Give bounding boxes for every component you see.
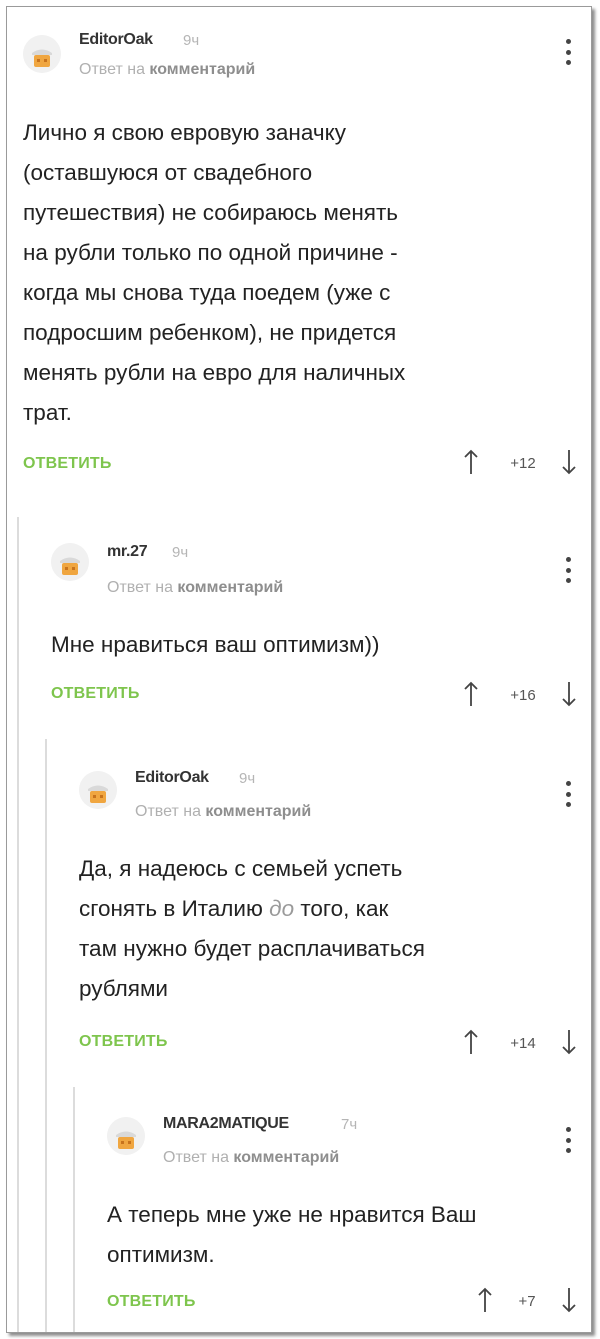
rating: +16 bbox=[510, 687, 536, 704]
text-line: Да, я надеюсь с семьей успеть bbox=[79, 856, 403, 881]
text-line: на рубли только по одной причине - bbox=[23, 240, 398, 265]
reply-button[interactable]: ОТВЕТИТЬ bbox=[79, 1033, 168, 1051]
reply-to-line: Ответ на комментарий bbox=[79, 61, 255, 79]
reply-button[interactable]: ОТВЕТИТЬ bbox=[23, 455, 112, 473]
timestamp: 7ч bbox=[341, 1116, 358, 1133]
text-line: путешествия) не собираюсь менять bbox=[23, 200, 398, 225]
comment-text: Мне нравиться ваш оптимизм)) bbox=[51, 625, 380, 665]
reply-to-comment-link[interactable]: комментарий bbox=[205, 803, 311, 820]
thread-line[interactable] bbox=[73, 1087, 75, 1332]
timestamp: 9ч bbox=[172, 544, 189, 561]
text-line: сгонять в Италию до того, как bbox=[79, 896, 389, 921]
comment-1: EditorOak 9ч Ответ на комментарий Лично … bbox=[7, 7, 591, 507]
text-line: рублями bbox=[79, 976, 168, 1001]
rating: +14 bbox=[510, 1035, 536, 1052]
reply-button[interactable]: ОТВЕТИТЬ bbox=[51, 685, 140, 703]
reply-prefix: Ответ на bbox=[163, 1149, 229, 1166]
more-vertical-icon[interactable] bbox=[563, 1127, 573, 1153]
text-line: (оставшуюся от свадебного bbox=[23, 160, 313, 185]
text-line: трат. bbox=[23, 400, 72, 425]
more-vertical-icon[interactable] bbox=[563, 39, 573, 65]
text-line: А теперь мне уже не нравится Ваш bbox=[107, 1202, 477, 1227]
more-vertical-icon[interactable] bbox=[563, 781, 573, 807]
more-vertical-icon[interactable] bbox=[563, 557, 573, 583]
text-line: оптимизм. bbox=[107, 1242, 215, 1267]
username[interactable]: EditorOak bbox=[135, 769, 209, 787]
reply-to-line: Ответ на комментарий bbox=[135, 803, 311, 821]
avatar[interactable] bbox=[79, 771, 117, 809]
arrow-up-icon[interactable] bbox=[463, 681, 479, 707]
faint-word: до bbox=[269, 896, 295, 921]
arrow-up-icon[interactable] bbox=[463, 449, 479, 475]
text-line: подросшим ребенком), не придется bbox=[23, 320, 397, 345]
reply-to-line: Ответ на комментарий bbox=[107, 579, 283, 597]
arrow-down-icon[interactable] bbox=[561, 449, 577, 475]
text-line: Мне нравиться ваш оптимизм)) bbox=[51, 632, 380, 657]
reply-prefix: Ответ на bbox=[79, 61, 145, 78]
text-line: когда мы снова туда поедем (уже с bbox=[23, 280, 391, 305]
reply-button[interactable]: ОТВЕТИТЬ bbox=[107, 1293, 196, 1311]
reply-to-line: Ответ на комментарий bbox=[163, 1149, 339, 1167]
comment-text: Лично я свою евровую заначку (оставшуюся… bbox=[23, 113, 405, 433]
default-avatar-icon bbox=[23, 35, 61, 73]
text-line: Лично я свою евровую заначку bbox=[23, 120, 346, 145]
arrow-down-icon[interactable] bbox=[561, 681, 577, 707]
avatar[interactable] bbox=[107, 1117, 145, 1155]
reply-to-comment-link[interactable]: комментарий bbox=[233, 1149, 339, 1166]
arrow-up-icon[interactable] bbox=[477, 1287, 493, 1313]
timestamp: 9ч bbox=[239, 770, 256, 787]
arrow-down-icon[interactable] bbox=[561, 1029, 577, 1055]
username[interactable]: mr.27 bbox=[107, 543, 148, 561]
timestamp: 9ч bbox=[183, 32, 200, 49]
comment-text: Да, я надеюсь с семьей успеть сгонять в … bbox=[79, 849, 425, 1009]
reply-to-comment-link[interactable]: комментарий bbox=[149, 61, 255, 78]
text-line: менять рубли на евро для наличных bbox=[23, 360, 406, 385]
comment-4: MARA2MATIQUE 7ч Ответ на комментарий А т… bbox=[7, 1087, 591, 1332]
comment-text: А теперь мне уже не нравится Ваш оптимиз… bbox=[107, 1195, 476, 1275]
avatar[interactable] bbox=[51, 543, 89, 581]
avatar[interactable] bbox=[23, 35, 61, 73]
default-avatar-icon bbox=[79, 771, 117, 809]
username[interactable]: EditorOak bbox=[79, 31, 153, 49]
text-line: там нужно будет расплачиваться bbox=[79, 936, 425, 961]
arrow-up-icon[interactable] bbox=[463, 1029, 479, 1055]
reply-prefix: Ответ на bbox=[135, 803, 201, 820]
reply-to-comment-link[interactable]: комментарий bbox=[177, 579, 283, 596]
reply-prefix: Ответ на bbox=[107, 579, 173, 596]
default-avatar-icon bbox=[107, 1117, 145, 1155]
username[interactable]: MARA2MATIQUE bbox=[163, 1115, 289, 1133]
arrow-down-icon[interactable] bbox=[561, 1287, 577, 1313]
rating: +12 bbox=[510, 455, 536, 472]
rating: +7 bbox=[518, 1293, 536, 1310]
default-avatar-icon bbox=[51, 543, 89, 581]
comment-thread: EditorOak 9ч Ответ на комментарий Лично … bbox=[6, 6, 592, 1333]
